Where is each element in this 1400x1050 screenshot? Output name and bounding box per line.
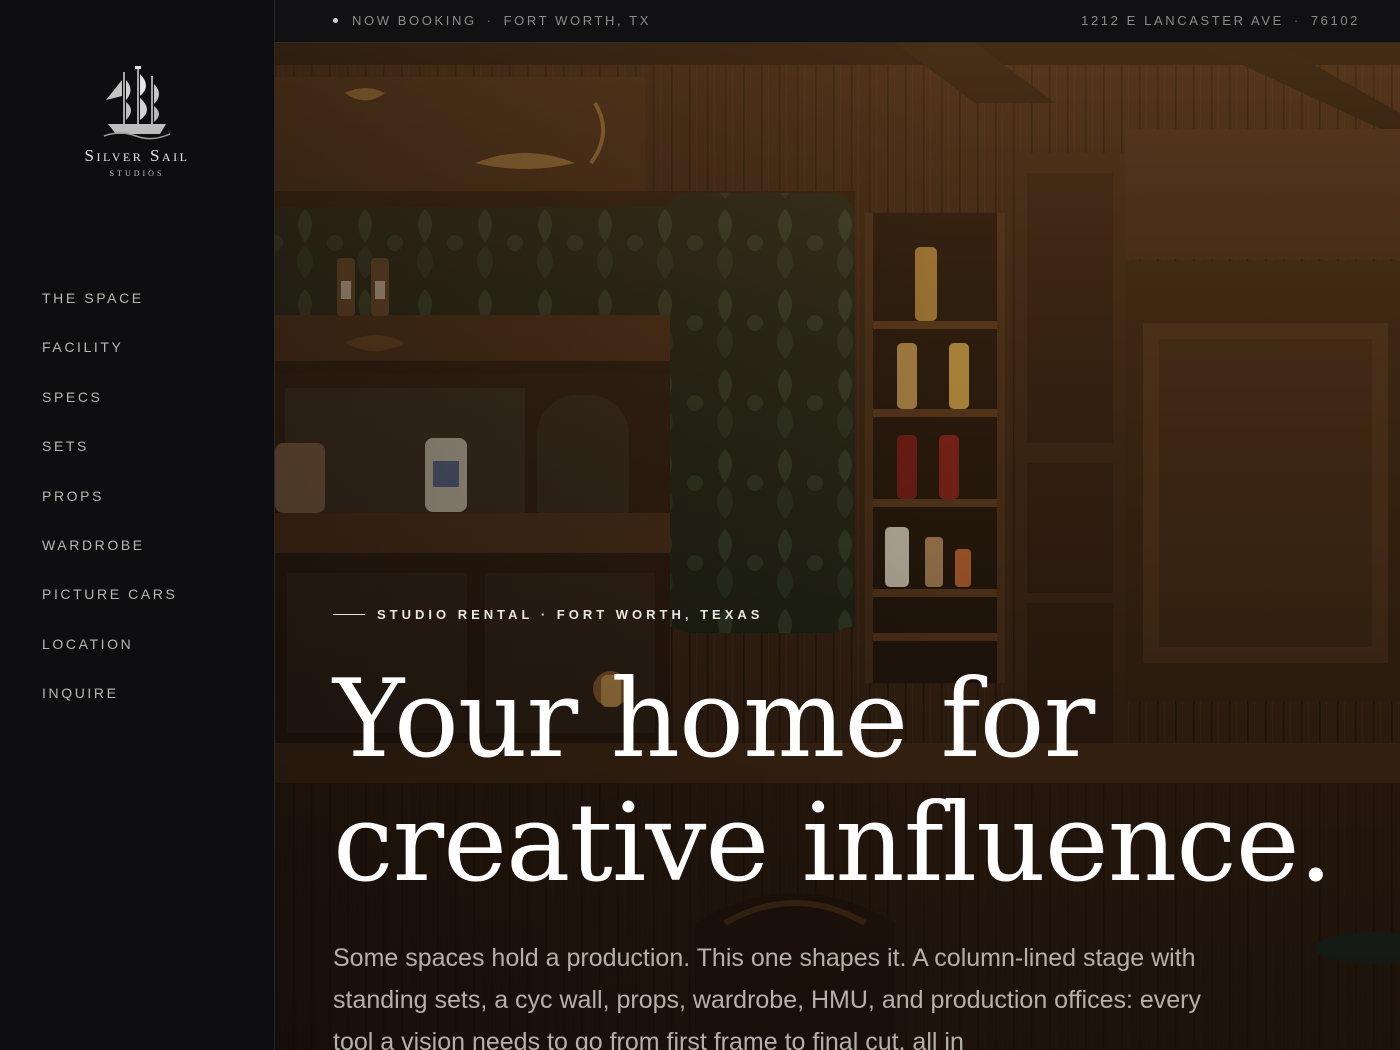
top-info-bar: NOW BOOKING · FORT WORTH, TX 1212 E LANCAS… bbox=[275, 0, 1400, 43]
brand-logo[interactable]: Silver Sail STUDIOS bbox=[0, 66, 274, 178]
separator: · bbox=[1293, 13, 1301, 28]
status-text: NOW BOOKING bbox=[352, 13, 477, 28]
nav-item-wardrobe[interactable]: WARDROBE bbox=[42, 535, 177, 584]
eyebrow-rule bbox=[333, 614, 365, 615]
nav-item-props[interactable]: PROPS bbox=[42, 486, 177, 535]
hero-description: Some spaces hold a production. This one … bbox=[333, 944, 1202, 1050]
separator: · bbox=[486, 13, 494, 28]
nav-item-picture-cars[interactable]: PICTURE CARS bbox=[42, 584, 177, 633]
brand-name: Silver Sail bbox=[84, 146, 190, 165]
brand-subtitle: STUDIOS bbox=[109, 169, 165, 178]
zip-code: 76102 bbox=[1310, 13, 1360, 28]
headline-line-1: Your home for bbox=[333, 657, 1095, 782]
city-text: FORT WORTH, TX bbox=[503, 13, 651, 28]
street-address: 1212 E LANCASTER AVE bbox=[1081, 13, 1284, 28]
status-dot-icon bbox=[333, 18, 338, 23]
hero-eyebrow: STUDIO RENTAL · FORT WORTH, TEXAS bbox=[333, 607, 763, 622]
ship-icon bbox=[103, 66, 171, 140]
booking-status: NOW BOOKING · FORT WORTH, TX bbox=[333, 13, 651, 28]
address: 1212 E LANCASTER AVE · 76102 bbox=[1081, 13, 1360, 28]
nav-item-specs[interactable]: SPECS bbox=[42, 387, 177, 436]
nav-item-the-space[interactable]: THE SPACE bbox=[42, 288, 177, 337]
hero-section: STUDIO RENTAL · FORT WORTH, TEXAS Your h… bbox=[275, 43, 1400, 1050]
headline-line-2: creative influence. bbox=[333, 781, 1333, 906]
nav-item-inquire[interactable]: INQUIRE bbox=[42, 683, 177, 732]
main-nav: THE SPACE FACILITY SPECS SETS PROPS WARD… bbox=[42, 288, 177, 733]
eyebrow-text: STUDIO RENTAL · FORT WORTH, TEXAS bbox=[377, 607, 764, 622]
nav-item-location[interactable]: LOCATION bbox=[42, 634, 177, 683]
sidebar: Silver Sail STUDIOS THE SPACE FACILITY S… bbox=[0, 0, 275, 1050]
nav-item-sets[interactable]: SETS bbox=[42, 436, 177, 485]
hero-headline: Your home for creative influence. bbox=[333, 657, 1333, 906]
nav-item-facility[interactable]: FACILITY bbox=[42, 337, 177, 386]
